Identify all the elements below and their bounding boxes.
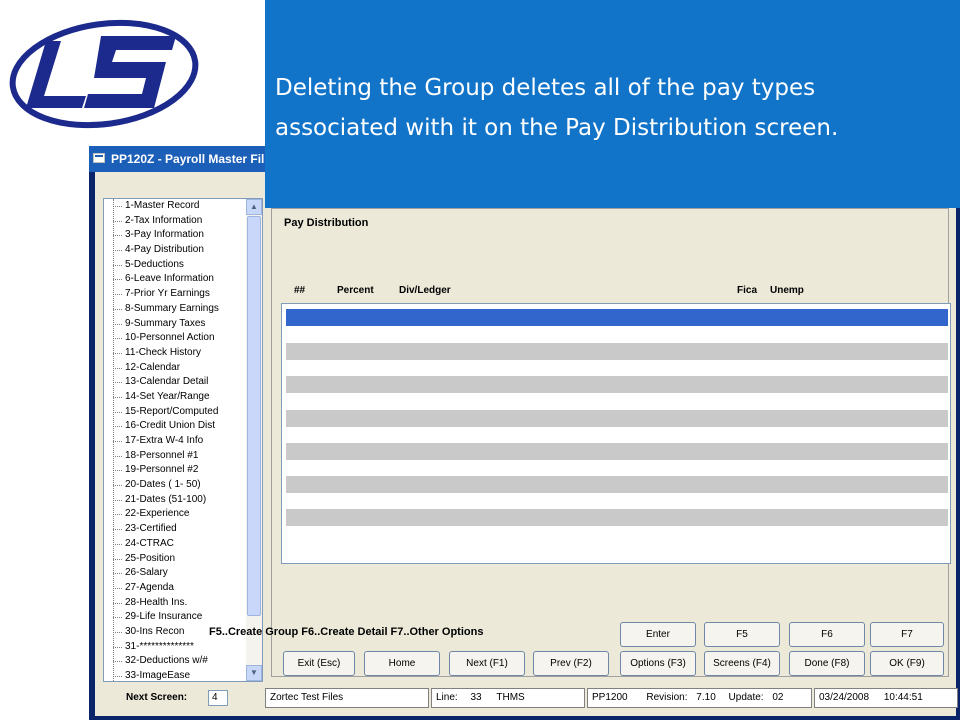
ok-button[interactable]: OK (F9)	[870, 651, 944, 676]
tree-item[interactable]: 20-Dates ( 1- 50)	[104, 478, 248, 493]
tree-item[interactable]: 1-Master Record	[104, 199, 248, 214]
enter-button[interactable]: Enter	[620, 622, 696, 647]
pay-distribution-panel: Pay Distribution ## Percent Div/Ledger F…	[271, 208, 951, 677]
grid-row[interactable]	[286, 393, 948, 410]
next-screen-label: Next Screen:	[126, 692, 188, 703]
tree-item[interactable]: 13-Calendar Detail	[104, 375, 248, 390]
window-title: PP120Z - Payroll Master Fil	[111, 152, 265, 166]
revision-value: 7.10	[696, 692, 716, 703]
tree-item[interactable]: 4-Pay Distribution	[104, 243, 248, 258]
exit-button[interactable]: Exit (Esc)	[283, 651, 355, 676]
update-label: Update:	[728, 692, 764, 703]
line-label: Line:	[436, 692, 458, 703]
tree-item[interactable]: 25-Position	[104, 552, 248, 567]
tree-item[interactable]: 18-Personnel #1	[104, 449, 248, 464]
line-value: 33	[470, 692, 482, 703]
scroll-thumb[interactable]	[247, 216, 261, 616]
callout-text: Deleting the Group deletes all of the pa…	[275, 75, 839, 141]
tree-item[interactable]: 7-Prior Yr Earnings	[104, 287, 248, 302]
tree-item[interactable]: 24-CTRAC	[104, 537, 248, 552]
tree-item[interactable]: 11-Check History	[104, 346, 248, 361]
tree-item[interactable]: 8-Summary Earnings	[104, 302, 248, 317]
screens-button[interactable]: Screens (F4)	[704, 651, 780, 676]
grid-row[interactable]	[286, 443, 948, 460]
time-value: 10:44:51	[883, 692, 923, 703]
tree-item[interactable]: 22-Experience	[104, 507, 248, 522]
program-value: PP1200	[592, 692, 628, 703]
tree-item[interactable]: 15-Report/Computed	[104, 405, 248, 420]
home-button[interactable]: Home	[364, 651, 440, 676]
col-number: ##	[294, 285, 306, 296]
function-key-note: F5..Create Group F6..Create Detail F7..O…	[209, 626, 484, 638]
revision-label: Revision:	[646, 692, 688, 703]
tree-item[interactable]: 9-Summary Taxes	[104, 317, 248, 332]
tree-item[interactable]: 16-Credit Union Dist	[104, 419, 248, 434]
grid-row[interactable]	[286, 493, 948, 510]
tree-item[interactable]: 31-**************	[104, 640, 248, 655]
grid-row[interactable]	[286, 410, 948, 427]
tree-item[interactable]: 28-Health Ins.	[104, 596, 248, 611]
f6-button[interactable]: F6	[789, 622, 865, 647]
col-percent: Percent	[337, 285, 374, 296]
scroll-up-icon[interactable]: ▲	[246, 199, 262, 215]
col-fica: Fica	[737, 285, 758, 296]
user-value: THMS	[496, 692, 525, 703]
tree-item[interactable]: 23-Certified	[104, 522, 248, 537]
options-button[interactable]: Options (F3)	[620, 651, 696, 676]
datetime-field: 03/24/2008 10:44:51	[814, 688, 958, 708]
tree-item[interactable]: 10-Personnel Action	[104, 331, 248, 346]
scroll-down-icon[interactable]: ▼	[246, 665, 262, 681]
line-field: Line: 33 THMS	[431, 688, 585, 708]
f7-button[interactable]: F7	[870, 622, 944, 647]
date-value: 03/24/2008	[819, 692, 870, 703]
tree-item[interactable]: 12-Calendar	[104, 361, 248, 376]
tree-item[interactable]: 33-ImageEase	[104, 669, 248, 681]
tree-item[interactable]: 3-Pay Information	[104, 228, 248, 243]
next-button[interactable]: Next (F1)	[449, 651, 525, 676]
grid-row[interactable]	[286, 460, 948, 477]
next-screen-input[interactable]: 4	[208, 690, 228, 706]
window-icon	[93, 153, 105, 163]
tree-items: 1-Master Record 2-Tax Information 3-Pay In…	[104, 199, 248, 681]
tree-item[interactable]: 19-Personnel #2	[104, 463, 248, 478]
grid-row[interactable]	[286, 476, 948, 493]
tree-item[interactable]: 32-Deductions w/#	[104, 654, 248, 669]
done-button[interactable]: Done (F8)	[789, 651, 865, 676]
tree-item[interactable]: 26-Salary	[104, 566, 248, 581]
screen-tree[interactable]: 1-Master Record 2-Tax Information 3-Pay In…	[103, 198, 263, 682]
tree-scrollbar[interactable]: ▲ ▼	[246, 199, 262, 681]
tree-item[interactable]: 14-Set Year/Range	[104, 390, 248, 405]
f5-button[interactable]: F5	[704, 622, 780, 647]
tree-item[interactable]: 6-Leave Information	[104, 272, 248, 287]
distribution-grid[interactable]	[281, 303, 951, 564]
col-div-ledger: Div/Ledger	[399, 285, 451, 296]
grid-row[interactable]	[286, 426, 948, 443]
update-value: 02	[772, 692, 784, 703]
prev-button[interactable]: Prev (F2)	[533, 651, 609, 676]
callout-box: Deleting the Group deletes all of the pa…	[265, 0, 960, 208]
program-field: PP1200 Revision: 7.10 Update: 02	[587, 688, 812, 708]
tree-item[interactable]: 5-Deductions	[104, 258, 248, 273]
tree-item[interactable]: 17-Extra W-4 Info	[104, 434, 248, 449]
grid-row[interactable]	[286, 509, 948, 526]
tree-item[interactable]: 2-Tax Information	[104, 214, 248, 229]
tree-item[interactable]: 21-Dates (51-100)	[104, 493, 248, 508]
panel-title: Pay Distribution	[284, 217, 369, 229]
tree-item[interactable]: 29-Life Insurance	[104, 610, 248, 625]
grid-row[interactable]	[286, 326, 948, 343]
grid-row[interactable]	[286, 376, 948, 393]
company-logo	[9, 19, 199, 129]
tree-item[interactable]: 27-Agenda	[104, 581, 248, 596]
col-unemp: Unemp	[770, 285, 804, 296]
grid-row-selected[interactable]	[286, 309, 948, 326]
grid-row[interactable]	[286, 343, 948, 360]
database-field: Zortec Test Files	[265, 688, 429, 708]
grid-row[interactable]	[286, 360, 948, 377]
